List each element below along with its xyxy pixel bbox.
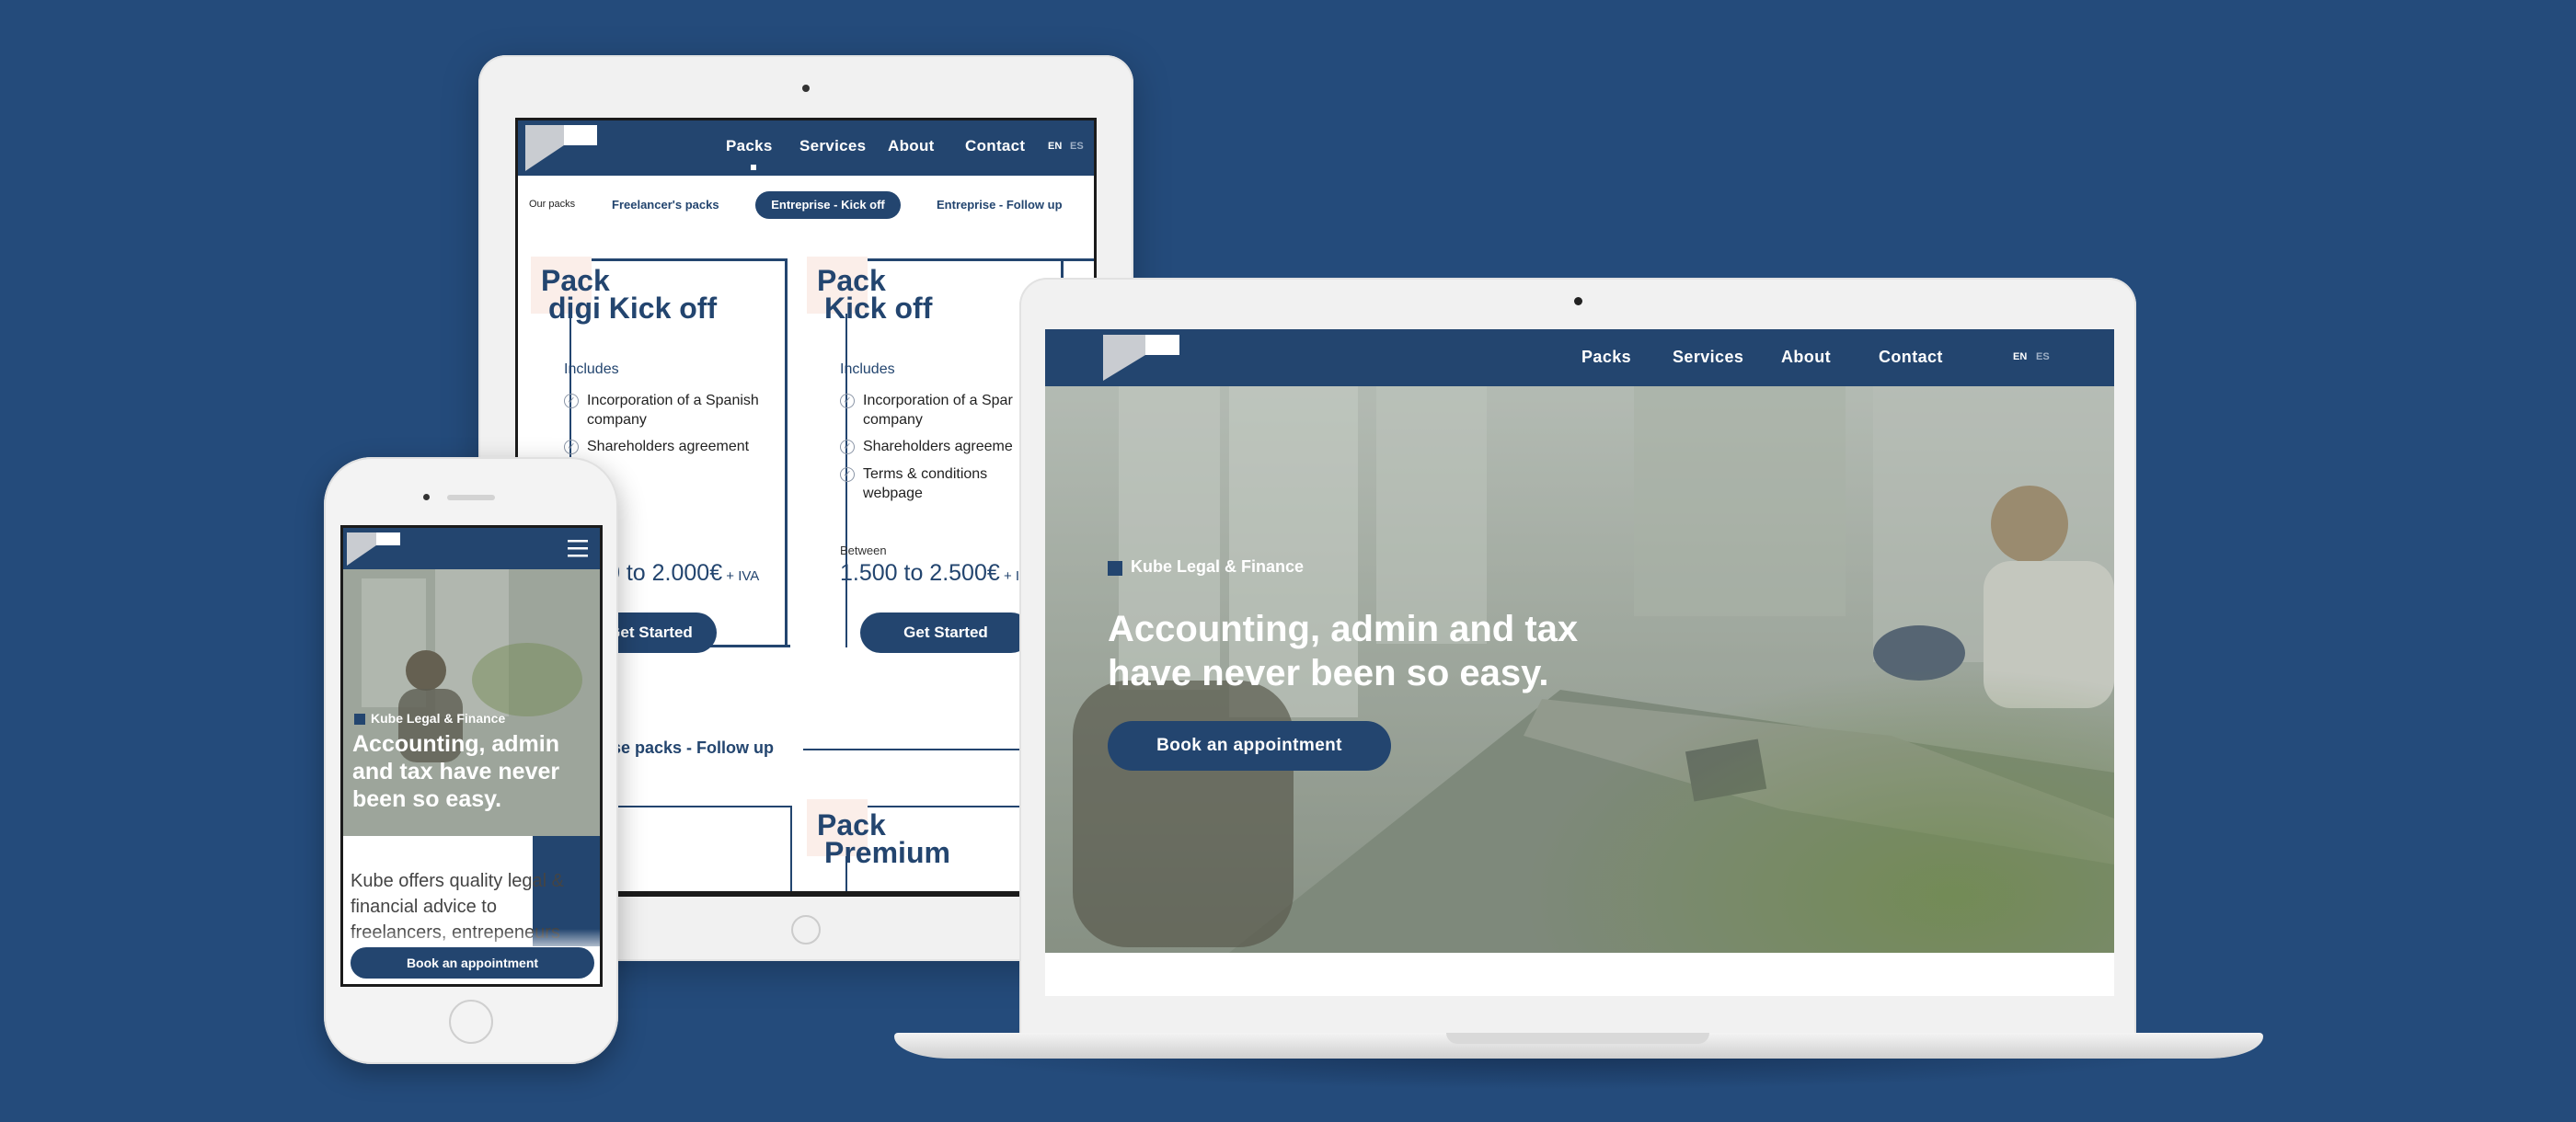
check-icon: ✓	[564, 394, 579, 408]
tablet-lang-en[interactable]: EN	[1048, 141, 1062, 152]
phone-body-line-1: Kube offers quality legal &	[351, 871, 565, 891]
hamburger-icon[interactable]	[568, 539, 588, 557]
laptop-camera	[1574, 297, 1582, 305]
tablet-card-1-title-2: digi Kick off	[548, 292, 718, 325]
laptop-nav-contact[interactable]: Contact	[1879, 348, 1943, 367]
tablet-our-packs-label: Our packs	[529, 199, 576, 210]
phone-logo-icon	[347, 532, 376, 566]
check-icon: ✓	[840, 394, 855, 408]
tablet-nav-contact[interactable]: Contact	[965, 137, 1025, 155]
tablet-card-1-price-range: 0 to 2.000€	[607, 560, 723, 586]
tablet-nav-about[interactable]: About	[888, 137, 935, 155]
phone-camera	[423, 494, 430, 500]
laptop-logo-icon	[1103, 335, 1145, 381]
laptop-brand-label: Kube Legal & Finance	[1131, 557, 1305, 576]
tablet-tab-followup[interactable]: Entreprise - Follow up	[937, 198, 1063, 212]
tablet-lower-card-1-line	[592, 806, 792, 807]
laptop-lang-es[interactable]: ES	[2036, 351, 2050, 362]
laptop-hero-headline-2: have never been so easy.	[1108, 653, 1549, 693]
laptop-book-appointment-button[interactable]: Book an appointment	[1108, 721, 1391, 771]
phone-speaker	[447, 495, 495, 500]
tablet-card-1-includes: Includes	[564, 361, 619, 377]
tablet-card-2-includes: Includes	[840, 361, 895, 377]
tablet-card-1-price: 0 to 2.000€ + IVA	[607, 560, 759, 587]
tablet-section-heading: se packs - Follow up	[612, 738, 775, 757]
laptop-hero-headline-1: Accounting, admin and tax	[1108, 609, 1579, 649]
laptop-nav-services[interactable]: Services	[1673, 348, 1743, 367]
phone-device: Kube Legal & Finance Accounting, admin a…	[324, 457, 618, 1064]
tablet-nav-active-dot	[751, 165, 756, 170]
laptop-notch	[1446, 1033, 1709, 1044]
tablet-nav-packs[interactable]: Packs	[726, 137, 773, 155]
tablet-card-2-get-started[interactable]: Get Started	[860, 613, 1031, 653]
laptop-brand-square	[1108, 561, 1122, 576]
tablet-card-2-item-3: Terms & conditions webpage	[863, 466, 988, 501]
phone-navbar	[343, 528, 600, 569]
tablet-card-2-title-2: Kick off	[824, 292, 933, 325]
tablet-tab-freelancer[interactable]: Freelancer's packs	[612, 198, 719, 212]
tablet-card-1-item-2: Shareholders agreement	[587, 439, 750, 454]
tablet-lower-card-1-right	[790, 806, 792, 894]
tablet-logo-icon	[525, 125, 564, 171]
tablet-camera	[802, 85, 810, 92]
tablet-nav-services[interactable]: Services	[799, 137, 866, 155]
laptop-lang-en[interactable]: EN	[2013, 351, 2027, 362]
phone-screen: Kube Legal & Finance Accounting, admin a…	[340, 525, 603, 987]
check-icon: ✓	[564, 440, 579, 454]
phone-home-button	[449, 1000, 493, 1044]
phone-hero-headline-3: been so easy.	[352, 786, 502, 812]
tablet-lang-es[interactable]: ES	[1070, 141, 1084, 152]
tablet-tab-kickoff-active[interactable]: Entreprise - Kick off	[755, 191, 901, 219]
phone-brand-square	[354, 714, 365, 725]
tablet-navbar: Packs Services About Contact EN ES	[518, 120, 1094, 176]
laptop-navbar: Packs Services About Contact EN ES	[1045, 329, 2114, 386]
tablet-card-1-item-1: Incorporation of a Spanish company	[587, 393, 759, 428]
tablet-home-button	[791, 915, 821, 945]
laptop-nav-packs[interactable]: Packs	[1581, 348, 1631, 367]
tablet-card-2-between: Between	[840, 544, 887, 557]
tablet-card-2-price-suffix: + I	[999, 568, 1020, 584]
tablet-card-2-price-range: 1.500 to 2.500€	[840, 560, 1000, 586]
tablet-card-2-price: 1.500 to 2.500€ + I	[840, 560, 1019, 587]
laptop-hero: Kube Legal & Finance Accounting, admin a…	[1045, 386, 2114, 953]
phone-body-line-2: financial advice to	[351, 897, 497, 917]
phone-book-appointment-button[interactable]: Book an appointment	[351, 947, 594, 979]
phone-hero-headline-1: Accounting, admin	[352, 731, 559, 757]
check-icon: ✓	[840, 440, 855, 454]
laptop-screen: Packs Services About Contact EN ES Kube …	[1045, 329, 2114, 996]
phone-hero-headline-2: and tax have never	[352, 759, 560, 784]
phone-brand-label: Kube Legal & Finance	[371, 711, 506, 726]
check-icon: ✓	[840, 467, 855, 482]
tablet-card-1-price-suffix: + IVA	[722, 568, 760, 584]
laptop-nav-about[interactable]: About	[1781, 348, 1831, 367]
tablet-lower-card-title-2: Premium	[824, 836, 950, 869]
